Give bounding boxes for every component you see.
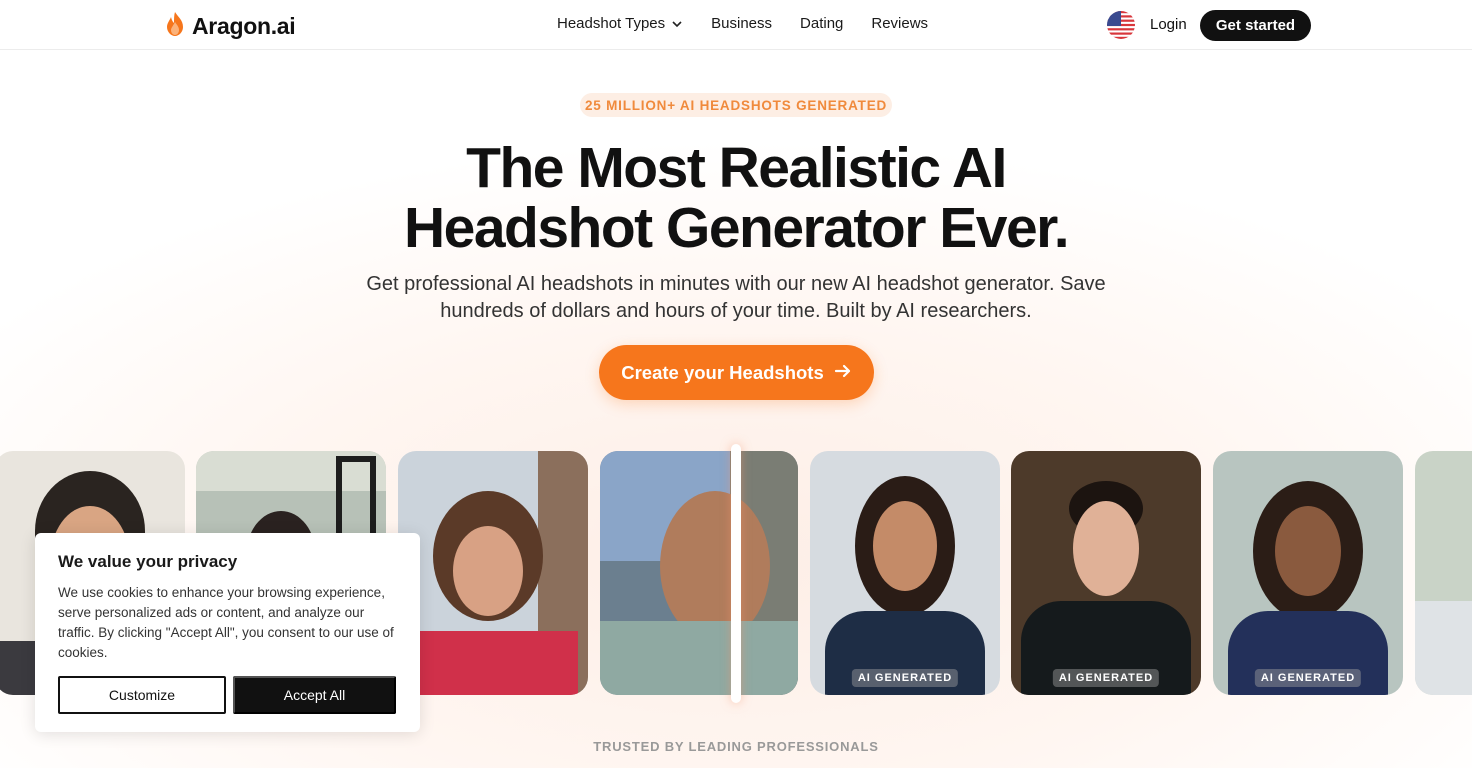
get-started-button[interactable]: Get started (1200, 10, 1311, 41)
ai-headshot-card: AI GENERATED (810, 451, 1000, 695)
hero-subtitle: Get professional AI headshots in minutes… (366, 273, 1106, 322)
nav-reviews[interactable]: Reviews (871, 15, 928, 32)
nav-label: Dating (800, 15, 844, 32)
flame-logo-icon (164, 11, 186, 42)
ai-headshot-card (1415, 451, 1472, 695)
ai-headshot-card: AI GENERATED (1213, 451, 1403, 695)
nav-label: Business (711, 15, 773, 32)
create-headshots-button[interactable]: Create your Headshots (599, 345, 874, 400)
cta-label: Create your Headshots (621, 361, 824, 383)
nav-label: Reviews (871, 15, 929, 32)
arrow-right-icon (834, 362, 852, 384)
login-link[interactable]: Login (1150, 16, 1187, 33)
logo-text: Aragon.ai (192, 13, 296, 39)
ai-generated-label: AI GENERATED (1254, 669, 1362, 687)
cookie-actions: Customize Accept All (58, 676, 396, 714)
chevron-down-icon (671, 15, 683, 32)
before-after-comparison-card[interactable] (600, 451, 798, 695)
nav-business[interactable]: Business (711, 15, 772, 32)
trusted-by-label: TRUSTED BY LEADING PROFESSIONALS (593, 739, 879, 754)
hero-title-line-2: Headshot Generator Ever. (403, 196, 1070, 260)
logo-link[interactable]: Aragon.ai (164, 11, 296, 42)
ai-generated-label: AI GENERATED (1052, 669, 1160, 687)
us-flag-icon[interactable] (1107, 11, 1135, 39)
comparison-slider-handle[interactable] (731, 444, 741, 703)
headshots-count-badge: 25 MILLION+ AI HEADSHOTS GENERATED (580, 93, 892, 117)
site-header: Aragon.ai Headshot Types Business Dating… (0, 0, 1472, 50)
customize-button[interactable]: Customize (58, 676, 226, 714)
nav-label: Headshot Types (557, 15, 666, 32)
cookie-text: We use cookies to enhance your browsing … (58, 585, 394, 660)
accept-all-button[interactable]: Accept All (233, 676, 396, 714)
hero-title: The Most Realistic AI Headshot Generator… (0, 138, 1472, 258)
ai-generated-label: AI GENERATED (851, 669, 959, 687)
cookie-consent-banner: We value your privacy We use cookies to … (35, 533, 420, 732)
before-photo-card (398, 451, 588, 695)
nav-headshot-types[interactable]: Headshot Types (557, 15, 683, 32)
nav-dating[interactable]: Dating (800, 15, 843, 32)
hero-title-line-1: The Most Realistic AI (466, 136, 1007, 200)
ai-headshot-card: AI GENERATED (1011, 451, 1201, 695)
cookie-title: We value your privacy (58, 552, 238, 571)
main-nav: Headshot Types Business Dating Reviews (557, 15, 928, 32)
